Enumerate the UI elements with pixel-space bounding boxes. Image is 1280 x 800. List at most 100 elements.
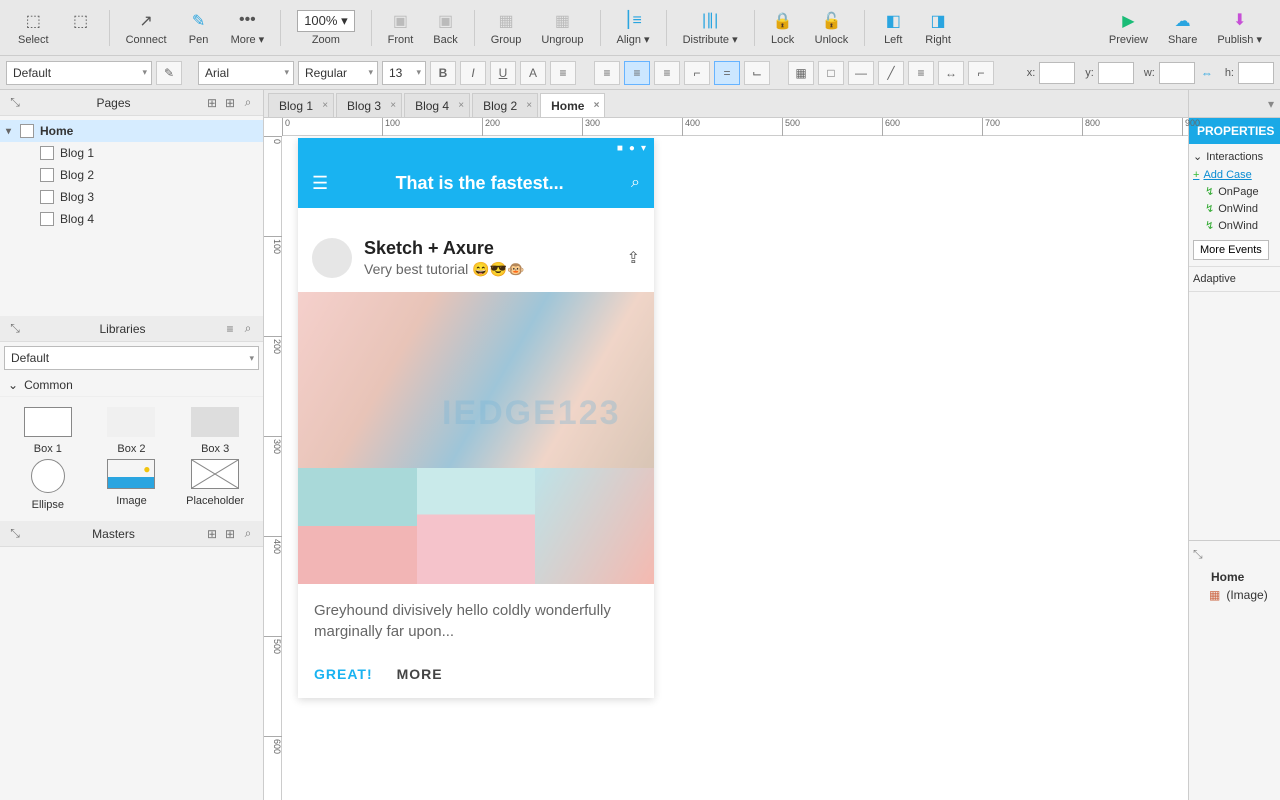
font-select[interactable]: Arial xyxy=(198,61,294,85)
underline-button[interactable]: U xyxy=(490,61,516,85)
search-icon[interactable]: ⌕ xyxy=(239,525,257,543)
share-button[interactable]: ☁Share xyxy=(1158,8,1207,48)
card-action-more[interactable]: MORE xyxy=(397,666,443,682)
h-label: h: xyxy=(1225,67,1234,79)
dock-left-button[interactable]: ◧Left xyxy=(871,8,915,48)
x-input[interactable] xyxy=(1039,62,1075,84)
add-case-link[interactable]: +Add Case xyxy=(1193,167,1276,183)
more-events-button[interactable]: More Events xyxy=(1193,240,1269,260)
corner-button[interactable]: ⌐ xyxy=(968,61,994,85)
search-icon[interactable]: ⌕ xyxy=(631,174,640,192)
pen-tool[interactable]: ✎Pen xyxy=(177,8,221,48)
library-item[interactable]: Box 2 xyxy=(92,407,172,455)
page-row[interactable]: Blog 3 xyxy=(0,186,263,208)
y-input[interactable] xyxy=(1098,62,1134,84)
library-select[interactable]: Default xyxy=(4,346,259,370)
library-item[interactable]: Box 1 xyxy=(8,407,88,455)
library-item[interactable]: Placeholder xyxy=(175,459,255,511)
page-row[interactable]: Blog 4 xyxy=(0,208,263,230)
add-folder-icon[interactable]: ⊞ xyxy=(203,525,221,543)
size-select[interactable]: 13 xyxy=(382,61,426,85)
event-item[interactable]: ↯OnWind xyxy=(1193,200,1276,217)
align-button[interactable]: ⎮≡Align ▾ xyxy=(607,7,660,48)
weight-select[interactable]: Regular xyxy=(298,61,378,85)
search-icon[interactable]: ⌕ xyxy=(239,94,257,112)
share-icon[interactable]: ⇪ xyxy=(627,248,640,268)
adaptive-section[interactable]: Adaptive xyxy=(1189,267,1280,292)
menu-icon[interactable]: ≡ xyxy=(221,320,239,338)
connect-tool[interactable]: ↗Connect xyxy=(116,8,177,48)
close-icon[interactable]: × xyxy=(458,100,464,111)
arrow-button[interactable]: ↔ xyxy=(938,61,964,85)
close-icon[interactable]: × xyxy=(322,100,328,111)
valign-top-button[interactable]: ⌐ xyxy=(684,61,710,85)
document-tab[interactable]: Blog 4× xyxy=(404,93,470,117)
close-icon[interactable]: × xyxy=(594,100,600,111)
lock-button[interactable]: 🔒Lock xyxy=(761,8,805,48)
paint-icon[interactable]: ✎ xyxy=(156,61,182,85)
library-item[interactable]: Box 3 xyxy=(175,407,255,455)
text-color-button[interactable]: A xyxy=(520,61,546,85)
outline-page[interactable]: Home xyxy=(1193,568,1276,586)
collapse-icon[interactable]: ⤡ xyxy=(6,525,24,543)
link-wh-icon[interactable]: ⇔ xyxy=(1201,66,1213,80)
valign-bot-button[interactable]: ⌙ xyxy=(744,61,770,85)
h-input[interactable] xyxy=(1238,62,1274,84)
line-width-button[interactable]: — xyxy=(848,61,874,85)
event-item[interactable]: ↯OnPage xyxy=(1193,183,1276,200)
close-icon[interactable]: × xyxy=(526,100,532,111)
interactions-section[interactable]: ⌄Interactions xyxy=(1193,150,1276,163)
border-button[interactable]: □ xyxy=(818,61,844,85)
preview-button[interactable]: ▶Preview xyxy=(1099,8,1158,48)
w-input[interactable] xyxy=(1159,62,1195,84)
publish-button[interactable]: ⬇Publish ▾ xyxy=(1207,7,1272,48)
search-icon[interactable]: ⌕ xyxy=(239,320,257,338)
line-button[interactable]: ╱ xyxy=(878,61,904,85)
hamburger-icon[interactable]: ☰ xyxy=(312,173,328,194)
align-left-button[interactable]: ≡ xyxy=(594,61,620,85)
zoom-control[interactable]: 100% ▾Zoom xyxy=(287,8,364,48)
bold-button[interactable]: B xyxy=(430,61,456,85)
outline-item[interactable]: ▦(Image) xyxy=(1193,586,1276,604)
library-item[interactable]: ●Image xyxy=(92,459,172,511)
align-center-button[interactable]: ≡ xyxy=(624,61,650,85)
select-tool[interactable]: ⬚Select xyxy=(8,8,59,48)
add-master-icon[interactable]: ⊞ xyxy=(221,525,239,543)
add-folder-icon[interactable]: ⊞ xyxy=(203,94,221,112)
document-tab[interactable]: Home× xyxy=(540,93,605,117)
align-right-button[interactable]: ≡ xyxy=(654,61,680,85)
canvas[interactable]: ■●▾ ☰ That is the fastest... ⌕ Sketch + … xyxy=(282,136,1188,800)
valign-mid-button[interactable]: = xyxy=(714,61,740,85)
close-icon[interactable]: × xyxy=(390,100,396,111)
back-button[interactable]: ▣Back xyxy=(423,8,467,48)
add-page-icon[interactable]: ⊞ xyxy=(221,94,239,112)
page-row[interactable]: ▾Home xyxy=(0,120,263,142)
group-button[interactable]: ▦Group xyxy=(481,8,532,48)
document-tab[interactable]: Blog 1× xyxy=(268,93,334,117)
collapse-icon[interactable]: ⤡ xyxy=(6,94,24,112)
ungroup-button[interactable]: ▦Ungroup xyxy=(531,8,593,48)
document-tab[interactable]: Blog 2× xyxy=(472,93,538,117)
unlock-button[interactable]: 🔓Unlock xyxy=(805,8,859,48)
card-action-great[interactable]: GREAT! xyxy=(314,666,373,682)
page-row[interactable]: Blog 1 xyxy=(0,142,263,164)
rect-select-icon[interactable]: ⬚. xyxy=(59,8,103,48)
collapse-icon[interactable]: ⤡ xyxy=(6,320,24,338)
card-body-text: Greyhound divisively hello coldly wonder… xyxy=(298,584,654,658)
event-item[interactable]: ↯OnWind xyxy=(1193,217,1276,234)
italic-button[interactable]: I xyxy=(460,61,486,85)
style-select[interactable]: Default xyxy=(6,61,152,85)
page-row[interactable]: Blog 2 xyxy=(0,164,263,186)
distribute-button[interactable]: |∥|Distribute ▾ xyxy=(673,7,748,48)
front-button[interactable]: ▣Front xyxy=(378,8,424,48)
line-style-button[interactable]: ≡ xyxy=(908,61,934,85)
more-tool[interactable]: •••More ▾ xyxy=(221,7,275,48)
document-tab[interactable]: Blog 3× xyxy=(336,93,402,117)
library-section[interactable]: ⌄Common xyxy=(0,374,263,397)
fill-button[interactable]: ▦ xyxy=(788,61,814,85)
collapse-icon[interactable]: ⤡ xyxy=(1193,547,1276,562)
library-item[interactable]: Ellipse xyxy=(8,459,88,511)
dock-right-button[interactable]: ◨Right xyxy=(915,8,961,48)
line-spacing-button[interactable]: ≡ xyxy=(550,61,576,85)
mockup-artboard[interactable]: ■●▾ ☰ That is the fastest... ⌕ Sketch + … xyxy=(298,138,654,698)
